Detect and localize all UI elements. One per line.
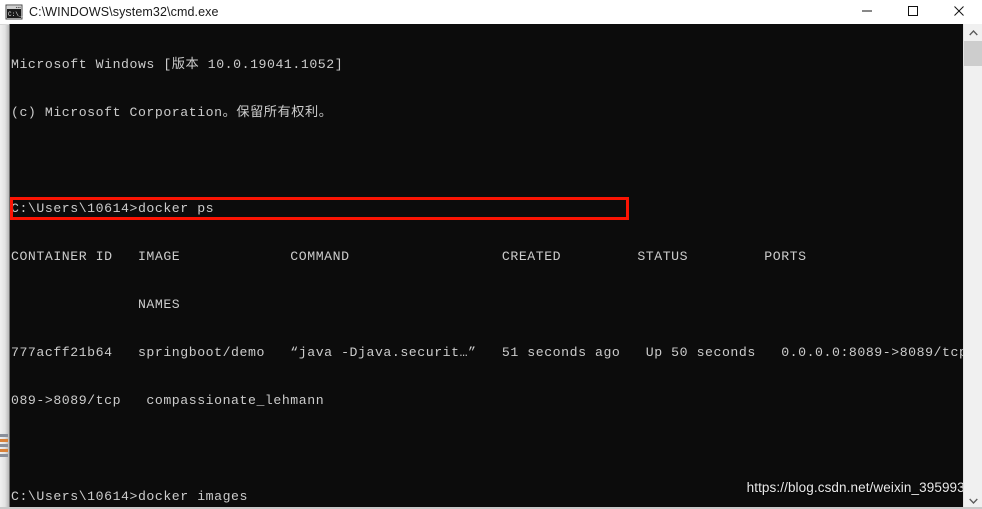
console-body[interactable]: Microsoft Windows [版本 10.0.19041.1052] (… bbox=[9, 24, 982, 509]
cmd-console-icon: C:\_ bbox=[5, 4, 23, 20]
scrollbar-track[interactable] bbox=[964, 66, 982, 492]
console-output: Microsoft Windows [版本 10.0.19041.1052] (… bbox=[10, 25, 965, 509]
svg-text:C:\_: C:\_ bbox=[8, 11, 23, 18]
vertical-scrollbar[interactable] bbox=[963, 24, 982, 509]
window-controls bbox=[844, 0, 982, 24]
console-line: Microsoft Windows [版本 10.0.19041.1052] bbox=[11, 57, 344, 72]
console-line-ps-header: CONTAINER ID IMAGE COMMAND CREATED STATU… bbox=[11, 249, 807, 264]
console-line: (c) Microsoft Corporation。保留所有权利。 bbox=[11, 105, 333, 120]
scrollbar-thumb[interactable] bbox=[964, 41, 982, 66]
window-title: C:\WINDOWS\system32\cmd.exe bbox=[29, 5, 219, 19]
close-button[interactable] bbox=[936, 0, 982, 24]
maximize-icon bbox=[907, 5, 919, 19]
cmd-window: C:\_ C:\WINDOWS\system32\cmd.exe Microso… bbox=[0, 0, 982, 509]
maximize-button[interactable] bbox=[890, 0, 936, 24]
minimize-icon bbox=[861, 5, 873, 19]
watermark-text: https://blog.csdn.net/weixin_39599307 bbox=[746, 480, 980, 495]
console-line-ps-header-wrap: NAMES bbox=[11, 297, 181, 312]
console-line-ps-row-wrap: 089->8089/tcp compassionate_lehmann bbox=[11, 393, 325, 408]
console-line-prompt-docker-ps: C:\Users\10614>docker ps bbox=[11, 201, 215, 216]
title-bar[interactable]: C:\_ C:\WINDOWS\system32\cmd.exe bbox=[0, 0, 982, 25]
scroll-up-icon[interactable] bbox=[964, 24, 982, 41]
minimize-button[interactable] bbox=[844, 0, 890, 24]
console-line-ps-row: 777acff21b64 springboot/demo “java -Djav… bbox=[11, 345, 965, 360]
close-icon bbox=[953, 5, 965, 19]
